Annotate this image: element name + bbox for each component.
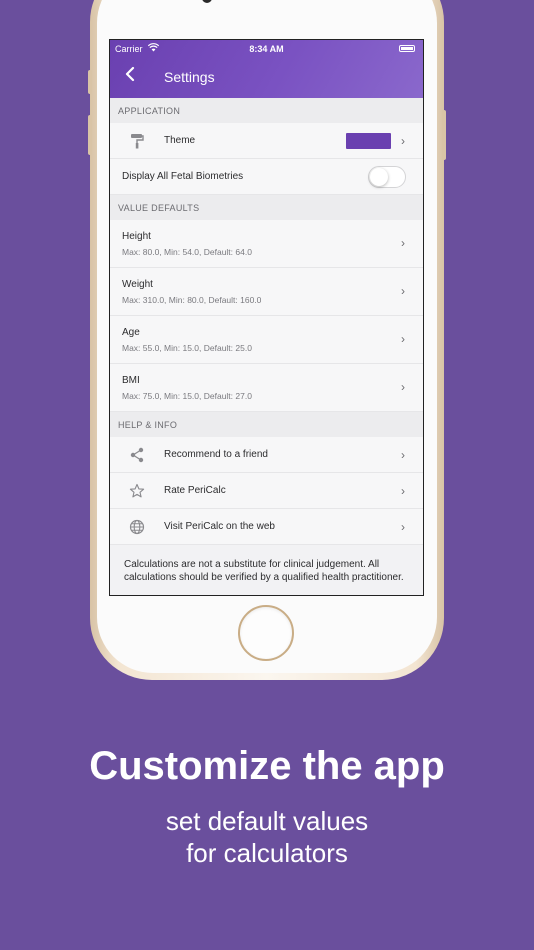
theme-label: Theme <box>164 135 196 146</box>
value-default-title: Weight <box>122 278 153 290</box>
value-default-detail: Max: 55.0, Min: 15.0, Default: 25.0 <box>122 342 252 353</box>
marketing-headline: Customize the app <box>89 744 445 788</box>
section-header-application: APPLICATION <box>110 98 423 123</box>
recommend-row[interactable]: Recommend to a friend › <box>110 437 423 473</box>
page-title: Settings <box>164 69 215 85</box>
status-bar: Carrier 8:34 AM <box>110 42 423 56</box>
disclaimer-text: Calculations are not a substitute for cl… <box>110 545 423 584</box>
marketing-subtitle-line-2: for calculators <box>186 838 348 868</box>
website-label: Visit PeriCalc on the web <box>164 521 275 532</box>
value-default-title: BMI <box>122 374 140 386</box>
volume-up-button <box>88 115 92 155</box>
power-button <box>442 110 446 160</box>
recommend-label: Recommend to a friend <box>164 449 268 460</box>
app-screen: Carrier 8:34 AM Settings APPLICATION The… <box>109 39 424 596</box>
value-default-title: Age <box>122 326 140 338</box>
home-button[interactable] <box>238 605 294 661</box>
rate-row[interactable]: Rate PeriCalc › <box>110 473 423 509</box>
marketing-subtitle-line-1: set default values <box>165 806 369 836</box>
paint-roller-icon <box>110 133 164 149</box>
value-default-row-bmi[interactable]: BMI Max: 75.0, Min: 15.0, Default: 27.0 … <box>110 364 423 412</box>
battery-icon <box>399 45 415 52</box>
fetal-biometries-toggle[interactable] <box>368 165 406 188</box>
chevron-right-icon: › <box>401 380 405 394</box>
settings-list: APPLICATION Theme › Display All Fetal Bi… <box>110 98 423 584</box>
nav-header: Carrier 8:34 AM Settings <box>110 40 423 98</box>
value-default-row-weight[interactable]: Weight Max: 310.0, Min: 80.0, Default: 1… <box>110 268 423 316</box>
chevron-right-icon: › <box>401 284 405 298</box>
globe-icon <box>110 519 164 535</box>
clock: 8:34 AM <box>249 44 284 54</box>
chevron-right-icon: › <box>401 447 405 462</box>
chevron-right-icon: › <box>401 332 405 346</box>
rate-label: Rate PeriCalc <box>164 485 226 496</box>
value-default-detail: Max: 75.0, Min: 15.0, Default: 27.0 <box>122 390 252 401</box>
chevron-right-icon: › <box>401 236 405 250</box>
theme-row[interactable]: Theme › <box>110 123 423 159</box>
share-icon <box>110 447 164 463</box>
chevron-right-icon: › <box>401 519 405 534</box>
fetal-biometries-row: Display All Fetal Biometries <box>110 159 423 195</box>
value-default-detail: Max: 80.0, Min: 54.0, Default: 64.0 <box>122 246 252 257</box>
section-header-help-info: HELP & INFO <box>110 412 423 437</box>
back-chevron-icon[interactable] <box>124 64 136 86</box>
value-default-detail: Max: 310.0, Min: 80.0, Default: 160.0 <box>122 294 262 305</box>
value-default-row-age[interactable]: Age Max: 55.0, Min: 15.0, Default: 25.0 … <box>110 316 423 364</box>
fetal-biometries-label: Display All Fetal Biometries <box>122 171 244 182</box>
mute-switch <box>88 70 92 94</box>
website-row[interactable]: Visit PeriCalc on the web › <box>110 509 423 545</box>
section-header-value-defaults: VALUE DEFAULTS <box>110 195 423 220</box>
theme-color-swatch <box>346 132 391 149</box>
chevron-right-icon: › <box>401 483 405 498</box>
star-icon <box>110 483 164 499</box>
value-default-title: Height <box>122 230 151 242</box>
value-default-row-height[interactable]: Height Max: 80.0, Min: 54.0, Default: 64… <box>110 220 423 268</box>
chevron-right-icon: › <box>401 133 405 148</box>
